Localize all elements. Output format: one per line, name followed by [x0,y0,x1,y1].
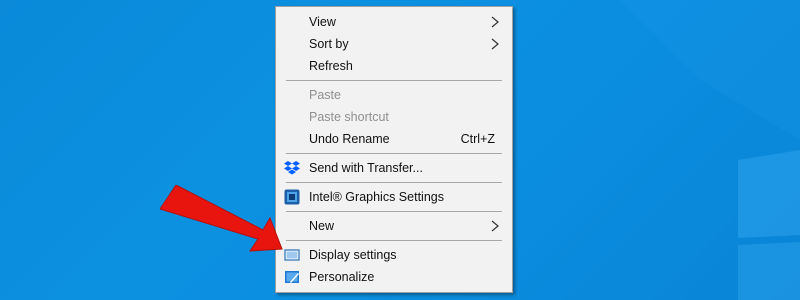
keyboard-shortcut: Ctrl+Z [460,132,495,146]
menu-item-label: Sort by [309,37,349,51]
red-arrow-icon [160,185,283,252]
menu-item-label: Send with Transfer... [309,161,423,175]
menu-item-display-settings[interactable]: Display settings [276,244,512,266]
menu-item-new[interactable]: New [276,215,512,237]
menu-item-label: Paste shortcut [309,110,389,124]
menu-item-refresh[interactable]: Refresh [276,55,512,77]
menu-item-label: Personalize [309,270,375,284]
menu-item-label: Undo Rename [309,132,390,146]
menu-item-send-with-transfer[interactable]: Send with Transfer... [276,157,512,179]
menu-item-personalize[interactable]: Personalize [276,266,512,288]
menu-item-label: View [309,15,336,29]
desktop-context-menu: View Sort by Refresh Paste Paste shortcu… [275,6,513,293]
menu-separator [286,211,502,212]
menu-item-paste: Paste [276,84,512,106]
chevron-right-icon [491,16,499,28]
menu-item-label: Display settings [309,248,397,262]
menu-item-paste-shortcut: Paste shortcut [276,106,512,128]
dropbox-icon [284,161,300,175]
menu-separator [286,240,502,241]
personalize-icon [285,271,299,283]
menu-separator [286,182,502,183]
menu-separator [286,80,502,81]
menu-item-label: Intel® Graphics Settings [309,190,444,204]
menu-item-view[interactable]: View [276,11,512,33]
menu-item-label: Paste [309,88,341,102]
menu-item-undo-rename[interactable]: Undo Rename Ctrl+Z [276,128,512,150]
menu-item-label: Refresh [309,59,353,73]
menu-separator [286,153,502,154]
chevron-right-icon [491,38,499,50]
menu-item-label: New [309,219,335,233]
chevron-right-icon [491,220,499,232]
menu-item-sort-by[interactable]: Sort by [276,33,512,55]
menu-item-intel-graphics[interactable]: Intel® Graphics Settings [276,186,512,208]
